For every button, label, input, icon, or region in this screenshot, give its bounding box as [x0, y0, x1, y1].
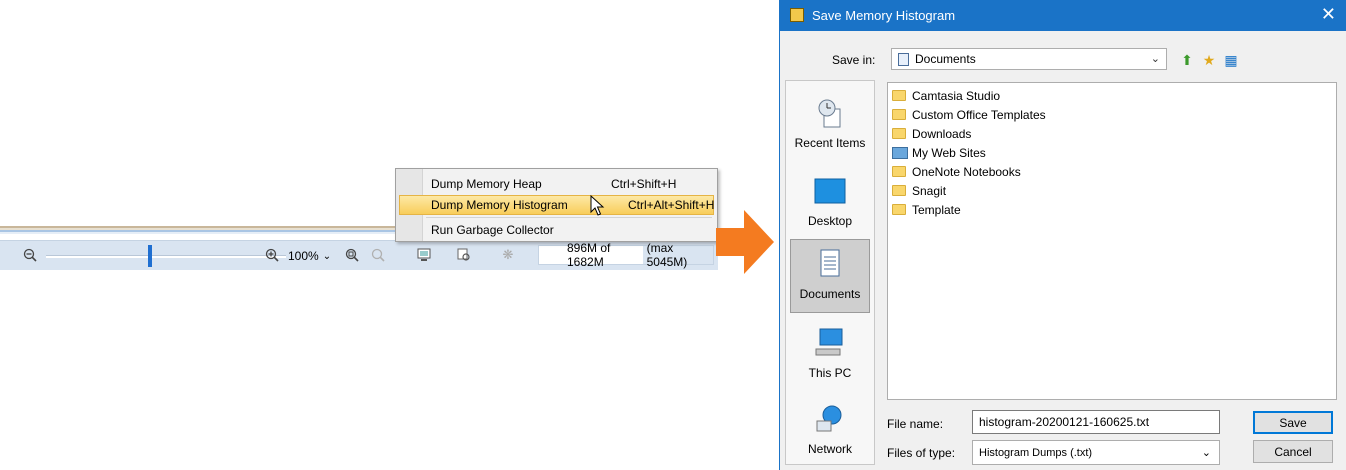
list-item-label: Downloads	[912, 126, 972, 141]
menu-separator	[426, 217, 712, 218]
menu-item-run-garbage-collector[interactable]: Run Garbage Collector	[399, 220, 714, 240]
menu-item-dump-memory-heap[interactable]: Dump Memory Heap Ctrl+Shift+H	[399, 174, 714, 194]
list-item-label: OneNote Notebooks	[912, 164, 1021, 179]
memory-used: 896M of 1682M	[567, 241, 611, 269]
view-menu-icon[interactable]: ▦	[1222, 51, 1240, 69]
monitor-icon[interactable]	[416, 247, 432, 263]
save-dialog: Save Memory Histogram ✕ Save in: Documen…	[779, 0, 1346, 470]
menu-item-shortcut: Ctrl+Shift+H	[611, 177, 677, 191]
folder-icon	[892, 166, 906, 177]
recent-items-icon	[818, 99, 841, 128]
list-item-my-web-sites[interactable]: My Web Sites	[892, 143, 986, 162]
zoom-in-icon[interactable]	[264, 247, 280, 263]
new-folder-icon[interactable]: ★	[1200, 51, 1218, 69]
place-label: Documents	[799, 287, 861, 301]
folder-icon	[892, 90, 906, 101]
file-type-label: Files of type:	[887, 446, 956, 460]
zoom-slider[interactable]	[46, 255, 286, 258]
place-network[interactable]: Network	[786, 403, 874, 456]
web-folder-icon	[892, 146, 908, 159]
list-item-label: Template	[912, 202, 961, 217]
computer-icon	[815, 328, 843, 356]
menu-item-shortcut: Ctrl+Alt+Shift+H	[628, 198, 715, 212]
dialog-title: Save Memory Histogram	[812, 8, 956, 23]
zoom-actual-size-icon[interactable]	[370, 247, 386, 263]
memory-context-menu: Dump Memory Heap Ctrl+Shift+H Dump Memor…	[395, 168, 718, 242]
spinner-icon: ❋	[502, 247, 514, 262]
place-label: Desktop	[807, 214, 853, 228]
menu-item-label: Run Garbage Collector	[431, 223, 554, 237]
memory-monitor[interactable]: 896M of 1682M (max 5045M)	[538, 241, 714, 269]
file-list[interactable]: Camtasia Studio Custom Office Templates …	[887, 82, 1337, 400]
cancel-button[interactable]: Cancel	[1253, 440, 1333, 463]
folder-icon	[892, 109, 906, 120]
file-type-select[interactable]: Histogram Dumps (.txt) ⌄	[972, 440, 1220, 465]
save-in-label: Save in:	[832, 53, 876, 67]
save-in-select[interactable]: Documents ⌄	[891, 48, 1167, 70]
zoom-level-value: 100%	[288, 249, 319, 263]
memory-max: (max 5045M)	[642, 241, 713, 269]
folder-icon	[892, 128, 906, 139]
place-recent-items[interactable]: Recent Items	[786, 97, 874, 150]
chevron-down-icon: ⌄	[322, 250, 332, 262]
app-icon	[790, 8, 804, 22]
folder-icon	[892, 204, 906, 215]
menu-item-dump-memory-histogram[interactable]: Dump Memory Histogram Ctrl+Alt+Shift+H	[399, 195, 714, 215]
list-item-onenote-notebooks[interactable]: OneNote Notebooks	[892, 162, 1021, 181]
list-item-custom-office-templates[interactable]: Custom Office Templates	[892, 105, 1046, 124]
mouse-cursor-icon	[590, 195, 605, 216]
orange-arrow-icon	[716, 210, 774, 274]
up-folder-icon[interactable]: ⬆	[1178, 51, 1196, 69]
list-item-label: My Web Sites	[912, 145, 986, 160]
zoom-slider-thumb[interactable]	[148, 245, 152, 267]
menu-item-label: Dump Memory Heap	[431, 177, 542, 191]
menu-item-label: Dump Memory Histogram	[431, 198, 568, 212]
documents-icon	[898, 52, 909, 66]
dialog-titlebar: Save Memory Histogram ✕	[780, 0, 1346, 31]
list-item-label: Snagit	[912, 183, 947, 198]
list-item-snagit[interactable]: Snagit	[892, 181, 946, 200]
search-users-icon[interactable]	[456, 247, 472, 263]
zoom-fit-icon[interactable]	[344, 247, 360, 263]
file-type-value: Histogram Dumps (.txt)	[979, 446, 1093, 459]
place-label: This PC	[808, 366, 852, 380]
close-icon[interactable]: ✕	[1321, 4, 1336, 25]
place-label: Recent Items	[794, 136, 866, 150]
place-desktop[interactable]: Desktop	[786, 175, 874, 228]
folder-icon	[892, 185, 906, 196]
list-item-label: Custom Office Templates	[912, 107, 1046, 122]
list-item-downloads[interactable]: Downloads	[892, 124, 971, 143]
chevron-down-icon: ⌄	[1150, 53, 1160, 65]
list-item-camtasia-studio[interactable]: Camtasia Studio	[892, 86, 1000, 105]
file-name-input[interactable]	[972, 410, 1220, 434]
network-icon	[816, 405, 842, 432]
save-in-value: Documents	[915, 52, 976, 66]
save-button[interactable]: Save	[1253, 411, 1333, 434]
place-this-pc[interactable]: This PC	[786, 327, 874, 380]
places-bar: Recent Items Desktop Documents This PC N…	[785, 80, 875, 465]
place-documents[interactable]: Documents	[790, 239, 870, 313]
list-item-template[interactable]: Template	[892, 200, 961, 219]
desktop-icon	[814, 178, 846, 204]
file-name-label: File name:	[887, 417, 944, 431]
zoom-out-icon[interactable]	[22, 247, 38, 263]
chevron-down-icon: ⌄	[1201, 447, 1211, 459]
list-item-label: Camtasia Studio	[912, 88, 1001, 103]
status-bar: 100% ⌄ ❋ 896M of 1682M (max 5045M)	[0, 240, 718, 270]
zoom-level-select[interactable]: 100% ⌄	[288, 247, 338, 265]
place-label: Network	[807, 442, 852, 456]
documents-icon	[820, 249, 840, 277]
